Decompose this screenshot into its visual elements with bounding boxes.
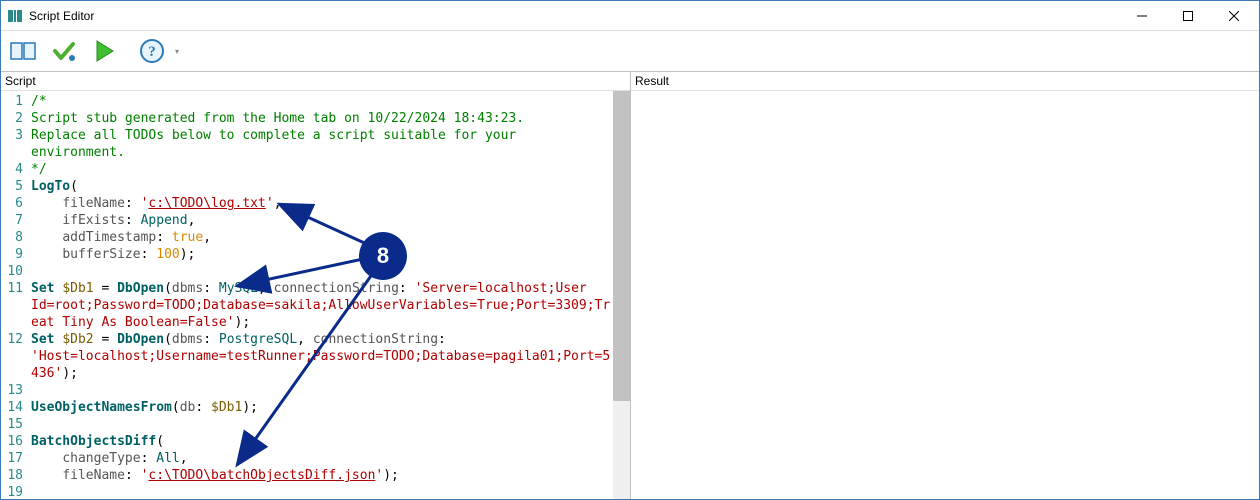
workspace: Script 12345678910111213141516171819 /*S… — [1, 72, 1259, 499]
result-panel: Result — [631, 72, 1259, 499]
code-editor[interactable]: 12345678910111213141516171819 /*Script s… — [1, 91, 630, 499]
toolbar-overflow-icon[interactable]: ▾ — [173, 47, 181, 56]
close-button[interactable] — [1211, 1, 1257, 31]
scroll-thumb[interactable] — [613, 91, 630, 401]
maximize-button[interactable] — [1165, 1, 1211, 31]
script-panel: Script 12345678910111213141516171819 /*S… — [1, 72, 631, 499]
run-button[interactable] — [85, 33, 123, 69]
minimize-button[interactable] — [1119, 1, 1165, 31]
help-button[interactable]: ? — [133, 33, 171, 69]
script-panel-header: Script — [1, 72, 630, 91]
vertical-scrollbar[interactable] — [613, 91, 630, 499]
toolbar: ? ▾ — [1, 31, 1259, 72]
svg-text:?: ? — [148, 44, 156, 60]
code-area[interactable]: /*Script stub generated from the Home ta… — [27, 91, 613, 499]
annotation-badge-text: 8 — [377, 243, 389, 269]
window-controls — [1119, 1, 1257, 31]
app-icon — [7, 8, 23, 24]
validate-button[interactable] — [45, 33, 83, 69]
line-number-gutter: 12345678910111213141516171819 — [1, 91, 27, 499]
window-title: Script Editor — [29, 9, 1119, 23]
annotation-badge: 8 — [361, 234, 405, 278]
title-bar: Script Editor — [1, 1, 1259, 31]
panels-button[interactable] — [5, 33, 43, 69]
result-panel-header: Result — [631, 72, 1259, 91]
result-body — [631, 91, 1259, 499]
